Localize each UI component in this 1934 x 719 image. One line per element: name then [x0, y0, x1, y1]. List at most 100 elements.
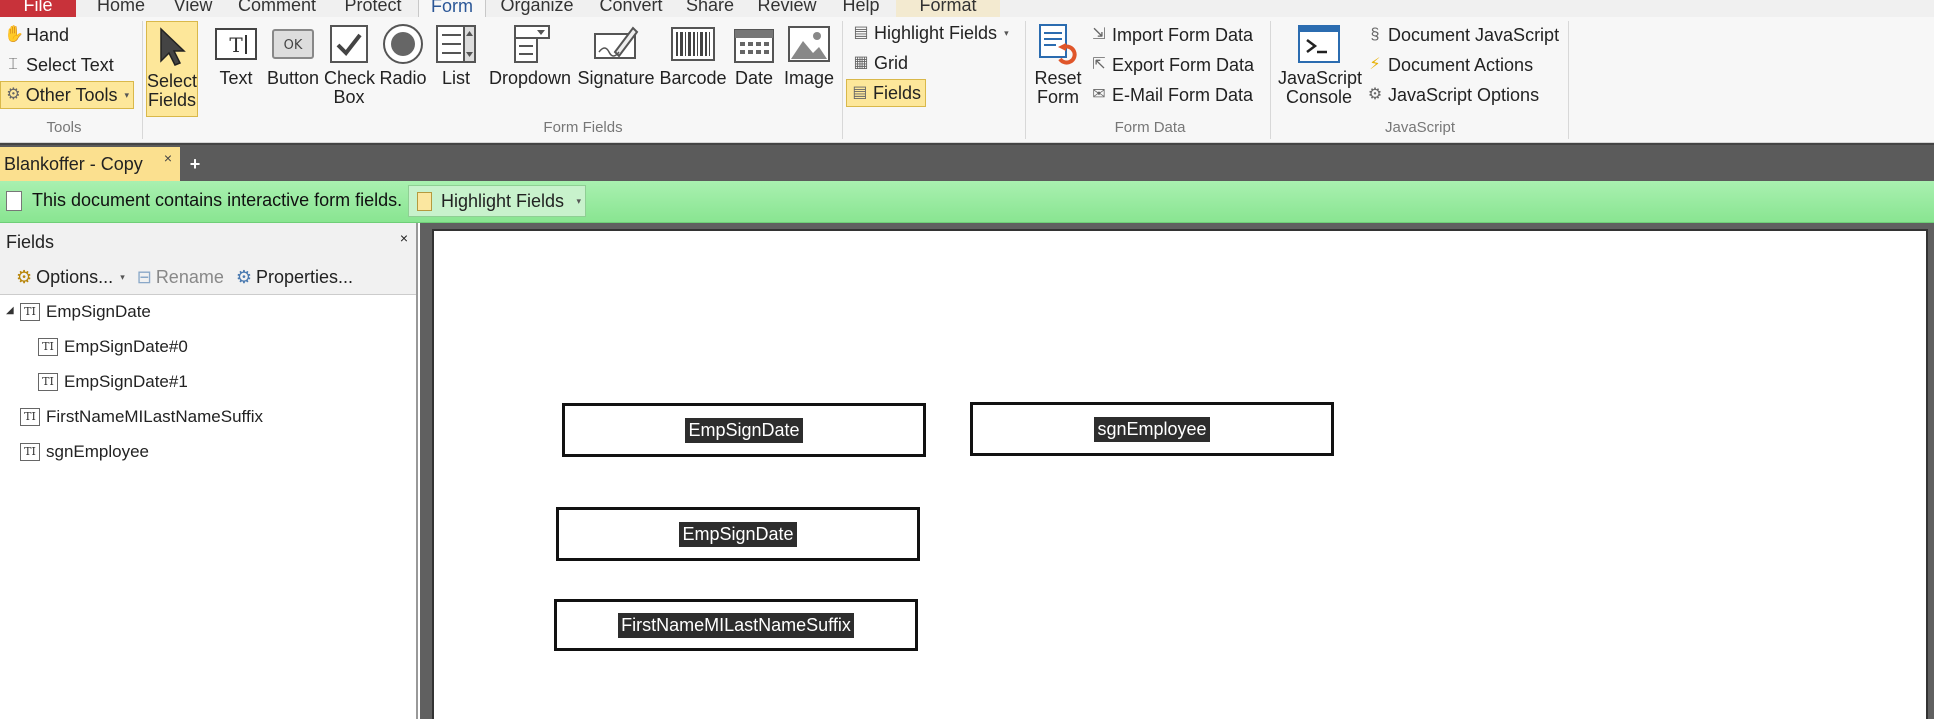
- lightning-icon: ⚡: [1369, 56, 1381, 73]
- javascript-options-button[interactable]: ⚙ JavaScript Options: [1362, 81, 1543, 109]
- button-field-button[interactable]: OK Button: [264, 21, 322, 88]
- properties-icon: ⚙: [235, 267, 252, 287]
- other-tools-button[interactable]: ⚙ Other Tools ▾: [0, 81, 134, 109]
- tree-item[interactable]: TI EmpSignDate#0: [38, 332, 188, 362]
- tree-item[interactable]: TI EmpSignDate#1: [38, 367, 188, 397]
- add-tab-icon[interactable]: +: [184, 151, 206, 177]
- tools-group-label: Tools: [46, 119, 82, 136]
- tree-item[interactable]: TI sgnEmployee: [20, 437, 149, 467]
- fields-toggle-button[interactable]: ▤ Fields: [846, 79, 926, 107]
- hand-label: Hand: [26, 25, 70, 45]
- menu-tab-review[interactable]: Review: [750, 0, 824, 17]
- check-box-button[interactable]: Check Box: [322, 21, 376, 107]
- close-icon[interactable]: ×: [400, 219, 408, 257]
- arrow-cursor-icon: [149, 24, 195, 70]
- javascript-console-button[interactable]: JavaScript Console: [1276, 21, 1362, 107]
- rename-label: Rename: [155, 267, 224, 287]
- javascript-options-label: JavaScript Options: [1388, 85, 1540, 105]
- select-text-button[interactable]: ⌶ Select Text: [0, 51, 118, 79]
- signature-label: Signature: [577, 68, 655, 88]
- document-page: EmpSignDate sgnEmployee EmpSignDate Firs…: [432, 229, 1928, 719]
- import-label: Import Form Data: [1112, 25, 1254, 45]
- form-field-sgnemployee[interactable]: sgnEmployee: [970, 402, 1334, 456]
- export-icon: ⇱: [1092, 56, 1106, 73]
- text-field-icon: TI: [20, 408, 40, 426]
- hand-tool-button[interactable]: ✋ Hand: [0, 21, 73, 49]
- gear-icon: ⚙: [16, 267, 33, 287]
- rename-icon: ⊟: [136, 267, 152, 287]
- highlight-fields-button[interactable]: ▤ Highlight Fields ▾: [848, 19, 1013, 47]
- menu-tab-protect[interactable]: Protect: [336, 0, 410, 17]
- javascript-console-label: JavaScript Console: [1278, 68, 1363, 107]
- select-fields-button[interactable]: Select Fields: [146, 21, 198, 117]
- divider: [1270, 21, 1271, 139]
- image-icon: [786, 21, 832, 67]
- ok-button-icon: OK: [270, 21, 316, 67]
- reset-icon: [1035, 21, 1081, 67]
- tree-item-label: EmpSignDate#1: [64, 372, 188, 391]
- options-button[interactable]: ⚙ Options... ▾: [16, 267, 125, 288]
- reset-form-label: Reset Form: [1034, 68, 1082, 107]
- menu-tab-comment[interactable]: Comment: [230, 0, 324, 17]
- document-tab[interactable]: Blankoffer - Copy ×: [0, 147, 180, 181]
- email-form-data-button[interactable]: ✉ E-Mail Form Data: [1086, 81, 1257, 109]
- dropdown-button[interactable]: Dropdown: [486, 21, 574, 88]
- menu-tab-share[interactable]: Share: [682, 0, 738, 17]
- collapse-triangle-icon[interactable]: ◢: [6, 305, 14, 316]
- menu-tab-convert[interactable]: Convert: [592, 0, 670, 17]
- radio-button[interactable]: Radio: [378, 21, 428, 88]
- tree-item-label: FirstNameMILastNameSuffix: [46, 407, 263, 426]
- button-label: Button: [266, 68, 320, 88]
- form-field-empsigndate[interactable]: EmpSignDate: [556, 507, 920, 561]
- rename-button[interactable]: ⊟ Rename: [137, 267, 224, 288]
- grid-button[interactable]: ▦ Grid: [848, 49, 912, 77]
- document-view[interactable]: EmpSignDate sgnEmployee EmpSignDate Firs…: [420, 223, 1934, 719]
- form-field-label: EmpSignDate: [679, 521, 797, 547]
- text-field-button[interactable]: T Text: [208, 21, 264, 88]
- fields-icon: ▤: [852, 84, 868, 101]
- signature-button[interactable]: Signature: [576, 21, 656, 88]
- menu-tab-format[interactable]: Format: [896, 0, 1000, 17]
- export-form-data-button[interactable]: ⇱ Export Form Data: [1086, 51, 1258, 79]
- signature-pen-icon: [593, 21, 639, 67]
- properties-button[interactable]: ⚙ Properties...: [236, 267, 353, 288]
- options-label: Options...: [36, 267, 114, 287]
- tree-item-label: sgnEmployee: [46, 442, 150, 461]
- checkbox-icon: [326, 21, 372, 67]
- menu-tab-form[interactable]: Form: [418, 0, 486, 17]
- divider: [1568, 21, 1569, 139]
- close-icon[interactable]: ×: [164, 141, 172, 175]
- image-button[interactable]: Image: [780, 21, 838, 88]
- menu-tab-home[interactable]: Home: [88, 0, 154, 17]
- chevron-down-icon: ▾: [576, 196, 581, 206]
- tree-item[interactable]: TI FirstNameMILastNameSuffix: [20, 402, 263, 432]
- date-button[interactable]: Date: [730, 21, 778, 88]
- form-field-label: FirstNameMILastNameSuffix: [618, 612, 854, 638]
- document-actions-button[interactable]: ⚡ Document Actions: [1362, 51, 1537, 79]
- hand-icon: ✋: [4, 26, 24, 43]
- barcode-button[interactable]: Barcode: [658, 21, 728, 88]
- list-button[interactable]: List: [432, 21, 480, 88]
- form-field-empsigndate[interactable]: EmpSignDate: [562, 403, 926, 457]
- menu-tab-help[interactable]: Help: [836, 0, 886, 17]
- import-form-data-button[interactable]: ⇲ Import Form Data: [1086, 21, 1257, 49]
- export-label: Export Form Data: [1112, 55, 1255, 75]
- check-box-label: Check Box: [324, 68, 376, 107]
- document-javascript-button[interactable]: § Document JavaScript: [1362, 21, 1563, 49]
- radio-label: Radio: [379, 68, 427, 88]
- gear-icon: ⚙: [1367, 86, 1383, 103]
- text-field-icon: TI: [20, 303, 40, 321]
- notice-highlight-fields-button[interactable]: Highlight Fields ▾: [408, 185, 586, 217]
- menu-tab-organize[interactable]: Organize: [494, 0, 580, 17]
- tree-item[interactable]: TI EmpSignDate: [20, 297, 151, 327]
- form-field-label: sgnEmployee: [1094, 416, 1210, 442]
- barcode-label: Barcode: [659, 68, 727, 88]
- chevron-down-icon: ▾: [120, 272, 125, 282]
- chevron-down-icon: ▾: [124, 90, 129, 100]
- text-label: Text: [219, 68, 253, 88]
- fields-label: Fields: [872, 83, 921, 103]
- form-field-firstnamemilastnamesuffix[interactable]: FirstNameMILastNameSuffix: [554, 599, 918, 651]
- menu-tab-view[interactable]: View: [166, 0, 220, 17]
- menu-tab-file[interactable]: File: [0, 0, 76, 17]
- reset-form-button[interactable]: Reset Form: [1030, 21, 1086, 107]
